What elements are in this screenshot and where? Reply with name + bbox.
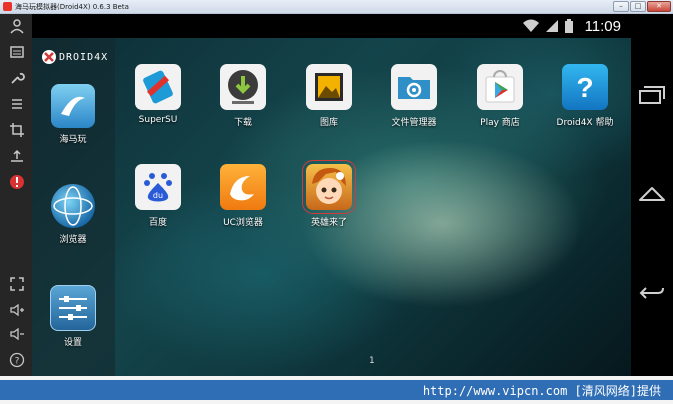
svg-text:?: ? xyxy=(576,72,593,103)
emulator-toolbar: ? xyxy=(0,14,32,376)
globe-browser-icon xyxy=(51,184,95,228)
app-download[interactable]: 下载 xyxy=(208,64,278,128)
page-indicator: 1 xyxy=(369,356,375,366)
file-manager-icon xyxy=(391,64,437,110)
app-label: 图库 xyxy=(319,118,338,128)
dock-item-haimawan[interactable]: 海马玩 xyxy=(43,84,103,145)
supersu-icon xyxy=(135,64,181,110)
battery-icon xyxy=(564,19,573,33)
app-play-store[interactable]: Play 商店 xyxy=(465,64,535,128)
keyboard-icon[interactable] xyxy=(9,44,25,60)
alert-icon[interactable] xyxy=(9,174,25,190)
dock-item-settings[interactable]: 设置 xyxy=(43,285,103,348)
app-gallery[interactable]: 图库 xyxy=(294,64,364,128)
hero-game-icon xyxy=(302,160,356,214)
crop-rotate-icon[interactable] xyxy=(9,122,25,138)
logo-text: DROID4X xyxy=(59,51,109,63)
wrench-icon[interactable] xyxy=(9,70,25,86)
haimawan-icon xyxy=(51,84,95,128)
account-icon[interactable] xyxy=(9,18,25,34)
android-navigation-bar xyxy=(631,14,673,376)
app-uc-browser[interactable]: UC浏览器 xyxy=(208,164,278,228)
list-icon[interactable] xyxy=(9,96,25,112)
app-label: SuperSU xyxy=(138,115,178,125)
window-title-bar: 海马玩模拟器(Droid4X) 0.6.3 Beta – □ ✕ xyxy=(0,0,673,14)
gallery-icon xyxy=(306,64,352,110)
download-icon xyxy=(220,64,266,110)
app-baidu[interactable]: du 百度 xyxy=(123,164,193,228)
volume-down-icon[interactable] xyxy=(9,326,25,342)
minimize-button[interactable]: – xyxy=(613,1,629,12)
droid4x-logo: DROID4X xyxy=(42,50,108,64)
app-label: Droid4X 帮助 xyxy=(556,118,614,128)
app-label: 下载 xyxy=(233,118,252,128)
app-droid4x-help[interactable]: ? Droid4X 帮助 xyxy=(550,64,620,128)
svg-text:?: ? xyxy=(15,357,20,367)
fullscreen-icon[interactable] xyxy=(9,276,25,292)
volume-up-icon[interactable] xyxy=(9,302,25,318)
app-label: 百度 xyxy=(148,218,167,228)
home-button[interactable] xyxy=(636,180,668,206)
settings-sliders-icon xyxy=(50,285,96,331)
dock-label: 海马玩 xyxy=(59,135,87,145)
status-clock: 11:09 xyxy=(584,17,621,35)
svg-text:du: du xyxy=(153,191,163,200)
app-label: UC浏览器 xyxy=(223,218,263,228)
uc-browser-icon xyxy=(220,164,266,210)
app-label: 英雄来了 xyxy=(310,218,347,228)
baidu-icon: du xyxy=(135,164,181,210)
android-home-screen: 11:09 DROID4X 海马玩 浏览器 设置 SuperSU 下载 图库 文… xyxy=(32,14,631,376)
dock-label: 浏览器 xyxy=(59,235,87,245)
status-bar: 11:09 xyxy=(32,14,631,38)
close-button[interactable]: ✕ xyxy=(647,1,671,12)
droid4x-logo-icon xyxy=(42,50,56,64)
dock-item-browser[interactable]: 浏览器 xyxy=(43,184,103,245)
app-file-manager[interactable]: 文件管理器 xyxy=(379,64,449,128)
dock-label: 设置 xyxy=(63,338,82,348)
app-window-icon xyxy=(3,2,12,11)
app-hero-game[interactable]: 英雄来了 xyxy=(294,160,364,228)
app-supersu[interactable]: SuperSU xyxy=(123,64,193,125)
back-icon xyxy=(639,287,664,299)
wifi-icon xyxy=(522,19,539,32)
home-icon xyxy=(639,187,665,201)
watermark-text: http://www.vipcn.com [清风网络]提供 xyxy=(422,384,661,398)
left-dock: DROID4X 海马玩 浏览器 设置 xyxy=(32,38,115,376)
window-controls: – □ ✕ xyxy=(613,1,671,12)
maximize-button[interactable]: □ xyxy=(630,1,646,12)
recent-apps-button[interactable] xyxy=(636,82,668,108)
app-label: 文件管理器 xyxy=(391,118,437,128)
help-circle-icon[interactable]: ? xyxy=(9,352,25,368)
signal-icon xyxy=(545,20,558,32)
play-store-icon xyxy=(477,64,523,110)
upload-icon[interactable] xyxy=(9,148,25,164)
back-button[interactable] xyxy=(636,280,668,306)
window-title: 海马玩模拟器(Droid4X) 0.6.3 Beta xyxy=(15,3,129,11)
app-label: Play 商店 xyxy=(480,118,520,128)
help-icon: ? xyxy=(562,64,608,110)
recent-apps-icon xyxy=(639,86,665,104)
